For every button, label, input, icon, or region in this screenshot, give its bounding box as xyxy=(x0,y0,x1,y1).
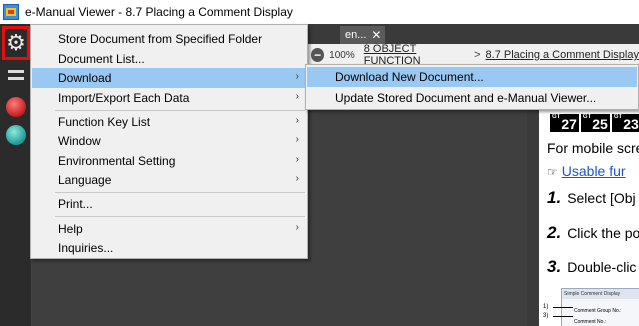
window-title: e-Manual Viewer - 8.7 Placing a Comment … xyxy=(25,5,293,19)
submenu-item-update-stored-document[interactable]: Update Stored Document and e-Manual View… xyxy=(307,88,637,108)
breadcrumb: − 100% 8 OBJECT FUNCTION > 8.7 Placing a… xyxy=(307,43,639,67)
tab-label: en... xyxy=(345,29,367,41)
left-toolbar: ⚙ xyxy=(0,24,32,326)
close-icon[interactable]: ✕ xyxy=(371,28,381,42)
zoom-icon[interactable]: − xyxy=(311,48,325,62)
settings-menu: Store Document from Specified Folder Doc… xyxy=(30,24,308,259)
title-bar: e-Manual Viewer - 8.7 Placing a Comment … xyxy=(0,0,639,24)
chevron-right-icon: › xyxy=(295,71,299,82)
step-1: 1. Select [Obj xyxy=(547,188,636,207)
mini-pointer-line xyxy=(553,307,573,308)
menu-item-print[interactable]: Print... xyxy=(32,194,307,214)
chevron-right-icon: › xyxy=(295,115,299,126)
chevron-right-icon: › xyxy=(295,222,299,233)
menu-item-document-list[interactable]: Document List... xyxy=(32,49,307,69)
document-tab[interactable]: en... ✕ xyxy=(340,26,385,44)
download-submenu: Download New Document... Update Stored D… xyxy=(305,64,639,110)
step-3: 3. Double-clic xyxy=(547,257,637,276)
mini-pointer-line xyxy=(553,316,573,317)
menu-item-function-key-list[interactable]: Function Key List › xyxy=(32,112,307,132)
gt-badges: GT27 GT25 GT23 GT21 xyxy=(550,114,639,132)
menu-separator xyxy=(55,192,305,193)
list-button[interactable] xyxy=(3,62,29,88)
chevron-right-icon: › xyxy=(295,91,299,102)
mini-label-1: 1) xyxy=(543,304,549,310)
usable-row: ☞ Usable fur xyxy=(547,163,626,179)
menu-item-download[interactable]: Download › xyxy=(32,68,307,88)
chevron-right-icon: › xyxy=(295,154,299,165)
gt-badge: GT 27 xyxy=(550,114,579,132)
gt-badge: GT 25 xyxy=(580,114,610,132)
menu-item-inquiries[interactable]: Inquiries... xyxy=(32,238,307,258)
menu-item-import-export[interactable]: Import/Export Each Data › xyxy=(32,88,307,108)
list-icon xyxy=(8,70,24,80)
gear-icon: ⚙ xyxy=(6,30,26,55)
menu-item-help[interactable]: Help › xyxy=(32,219,307,239)
book-teal-icon xyxy=(6,125,26,145)
menu-item-environmental-setting[interactable]: Environmental Setting › xyxy=(32,151,307,171)
book-button-red[interactable] xyxy=(3,94,29,120)
menu-separator xyxy=(55,216,305,217)
book-button-teal[interactable] xyxy=(3,122,29,148)
submenu-item-download-new-document[interactable]: Download New Document... xyxy=(307,67,637,87)
usable-link[interactable]: Usable fur xyxy=(562,163,626,179)
zoom-value: 100% xyxy=(329,49,355,61)
app-icon xyxy=(3,4,19,20)
breadcrumb-link-section[interactable]: 8.7 Placing a Comment Display xyxy=(486,49,639,61)
gt-badge: GT 23 xyxy=(611,114,639,132)
breadcrumb-separator: > xyxy=(474,49,481,61)
chevron-right-icon: › xyxy=(295,173,299,184)
menu-item-language[interactable]: Language › xyxy=(32,170,307,190)
mobile-text: For mobile scre xyxy=(547,140,639,156)
pointing-hand-icon: ☞ xyxy=(547,165,558,179)
mini-label-3: 3) xyxy=(543,313,549,319)
step-2: 2. Click the po xyxy=(547,223,639,242)
menu-separator xyxy=(55,110,305,111)
book-red-icon xyxy=(6,97,26,117)
menu-item-window[interactable]: Window › xyxy=(32,131,307,151)
settings-button[interactable]: ⚙ xyxy=(3,30,29,56)
chevron-right-icon: › xyxy=(295,134,299,145)
menu-item-store-document[interactable]: Store Document from Specified Folder xyxy=(32,29,307,49)
